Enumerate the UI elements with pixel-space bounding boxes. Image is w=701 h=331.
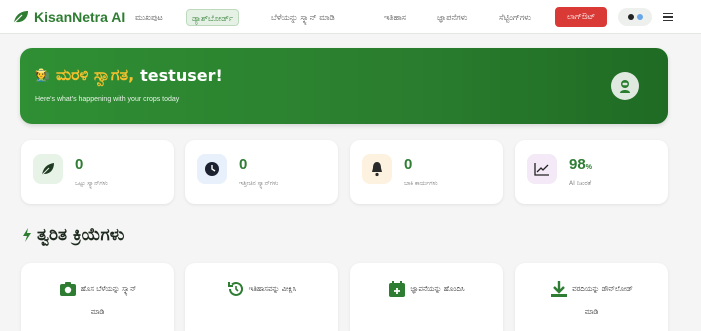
camera-icon (59, 282, 76, 296)
action-set-reminder[interactable]: ಜ್ಞಾಪನೆಯನ್ನು ಹೊಂದಿಸಿ (350, 263, 503, 331)
nav-item-scan-crop[interactable]: ಬೆಳೆಯನ್ನು ಸ್ಕ್ಯಾನ್ ಮಾಡಿ (266, 9, 340, 26)
stat-label: ಬಾಕಿ ಕಾರ್ಯಗಳು (404, 180, 438, 187)
welcome-username: testuser! (140, 65, 223, 85)
nav-item-settings[interactable]: ಸೆಟ್ಟಿಂಗ್‌ಗಳು (494, 9, 536, 26)
trend-chart-icon (527, 154, 557, 184)
robot-icon (620, 80, 630, 93)
nav-item-dashboard[interactable]: ಡ್ಯಾಶ್‌ಬೋರ್ಡ್ (186, 9, 240, 26)
language-toggle-icon (627, 14, 634, 20)
farmer-icon: 🧑‍🌾 (35, 68, 50, 82)
brand-name: KisanNetra AI (34, 9, 126, 25)
stat-card-recent-scans: 0 ಇತ್ತೀಚಿನ ಸ್ಕ್ಯಾನ್‌ಗಳು (185, 140, 338, 204)
action-label: ಇತಿಹಾಸವನ್ನು ವೀಕ್ಷಿಸಿ (248, 284, 297, 293)
stat-value: 0 (239, 156, 248, 173)
stat-value: 0 (404, 156, 413, 173)
bell-icon (362, 154, 392, 184)
history-icon (227, 281, 243, 296)
lightning-icon (23, 228, 31, 242)
welcome-banner: 🧑‍🌾 ಮರಳಿ ಸ್ವಾಗತ, testuser! Here's what's… (20, 48, 668, 124)
stat-card-total-scans: 0 ಒಟ್ಟು ಸ್ಕ್ಯಾನ್‌ಗಳು (21, 140, 174, 204)
welcome-greeting: ಮರಳಿ ಸ್ವಾಗತ, (55, 65, 135, 84)
top-navigation-bar: KisanNetra AI ಮುಖಪುಟ ಡ್ಯಾಶ್‌ಬೋರ್ಡ್ ಬೆಳೆಯ… (0, 0, 701, 34)
nav-item-reminders[interactable]: ಜ್ಞಾಪನೆಗಳು (432, 9, 472, 26)
action-label: ವರದಿಯನ್ನು ಡೌನ್‌ಲೋಡ್ (572, 284, 633, 293)
stat-card-pending-tasks: 0 ಬಾಕಿ ಕಾರ್ಯಗಳು (350, 140, 503, 204)
nav-item-home[interactable]: ಮುಖಪುಟ (130, 9, 168, 26)
quick-actions-title: ತ್ವರಿತ ಕ್ರಿಯೆಗಳು (22, 225, 124, 245)
brand-logo[interactable]: KisanNetra AI (12, 7, 125, 27)
logout-button[interactable]: ಲಾಗ್‌ಔಟ್ (555, 7, 607, 27)
leaf-icon (33, 154, 63, 184)
stat-card-ai-accuracy: 98% AI ನಿಖರತೆ (515, 140, 668, 204)
robot-avatar-icon[interactable] (611, 72, 639, 100)
welcome-subtitle: Here's what's happening with your crops … (35, 96, 180, 103)
language-toggle[interactable] (618, 8, 652, 26)
action-label: ಜ್ಞಾಪನೆಯನ್ನು ಹೊಂದಿಸಿ (410, 284, 465, 293)
language-toggle-icon (636, 14, 643, 20)
welcome-heading: 🧑‍🌾 ಮರಳಿ ಸ್ವಾಗತ, testuser! (35, 65, 223, 85)
clock-icon (197, 154, 227, 184)
hamburger-menu-icon[interactable] (663, 10, 673, 24)
leaf-logo-icon (13, 11, 28, 24)
action-label-line2: ಮಾಡಿ (90, 308, 105, 316)
stat-label: ಒಟ್ಟು ಸ್ಕ್ಯಾನ್‌ಗಳು (75, 180, 108, 187)
download-icon (551, 281, 568, 297)
stat-label: AI ನಿಖರತೆ (569, 180, 592, 187)
stat-value: 0 (75, 156, 84, 173)
action-view-history[interactable]: ಇತಿಹಾಸವನ್ನು ವೀಕ್ಷಿಸಿ (185, 263, 338, 331)
action-scan-new-crop[interactable]: ಹೊಸ ಬೆಳೆಯನ್ನು ಸ್ಕ್ಯಾನ್ ಮಾಡಿ (21, 263, 174, 331)
stat-label: ಇತ್ತೀಚಿನ ಸ್ಕ್ಯಾನ್‌ಗಳು (239, 180, 279, 187)
calendar-add-icon (389, 281, 406, 297)
stat-value: 98% (569, 156, 592, 173)
action-download-report[interactable]: ವರದಿಯನ್ನು ಡೌನ್‌ಲೋಡ್ ಮಾಡಿ (515, 263, 668, 331)
quick-actions-title-text: ತ್ವರಿತ ಕ್ರಿಯೆಗಳು (37, 225, 125, 245)
nav-item-history[interactable]: ಇತಿಹಾಸ (379, 9, 411, 26)
action-label-line2: ಮಾಡಿ (584, 308, 599, 316)
action-label: ಹೊಸ ಬೆಳೆಯನ್ನು ಸ್ಕ್ಯಾನ್ (80, 284, 137, 293)
